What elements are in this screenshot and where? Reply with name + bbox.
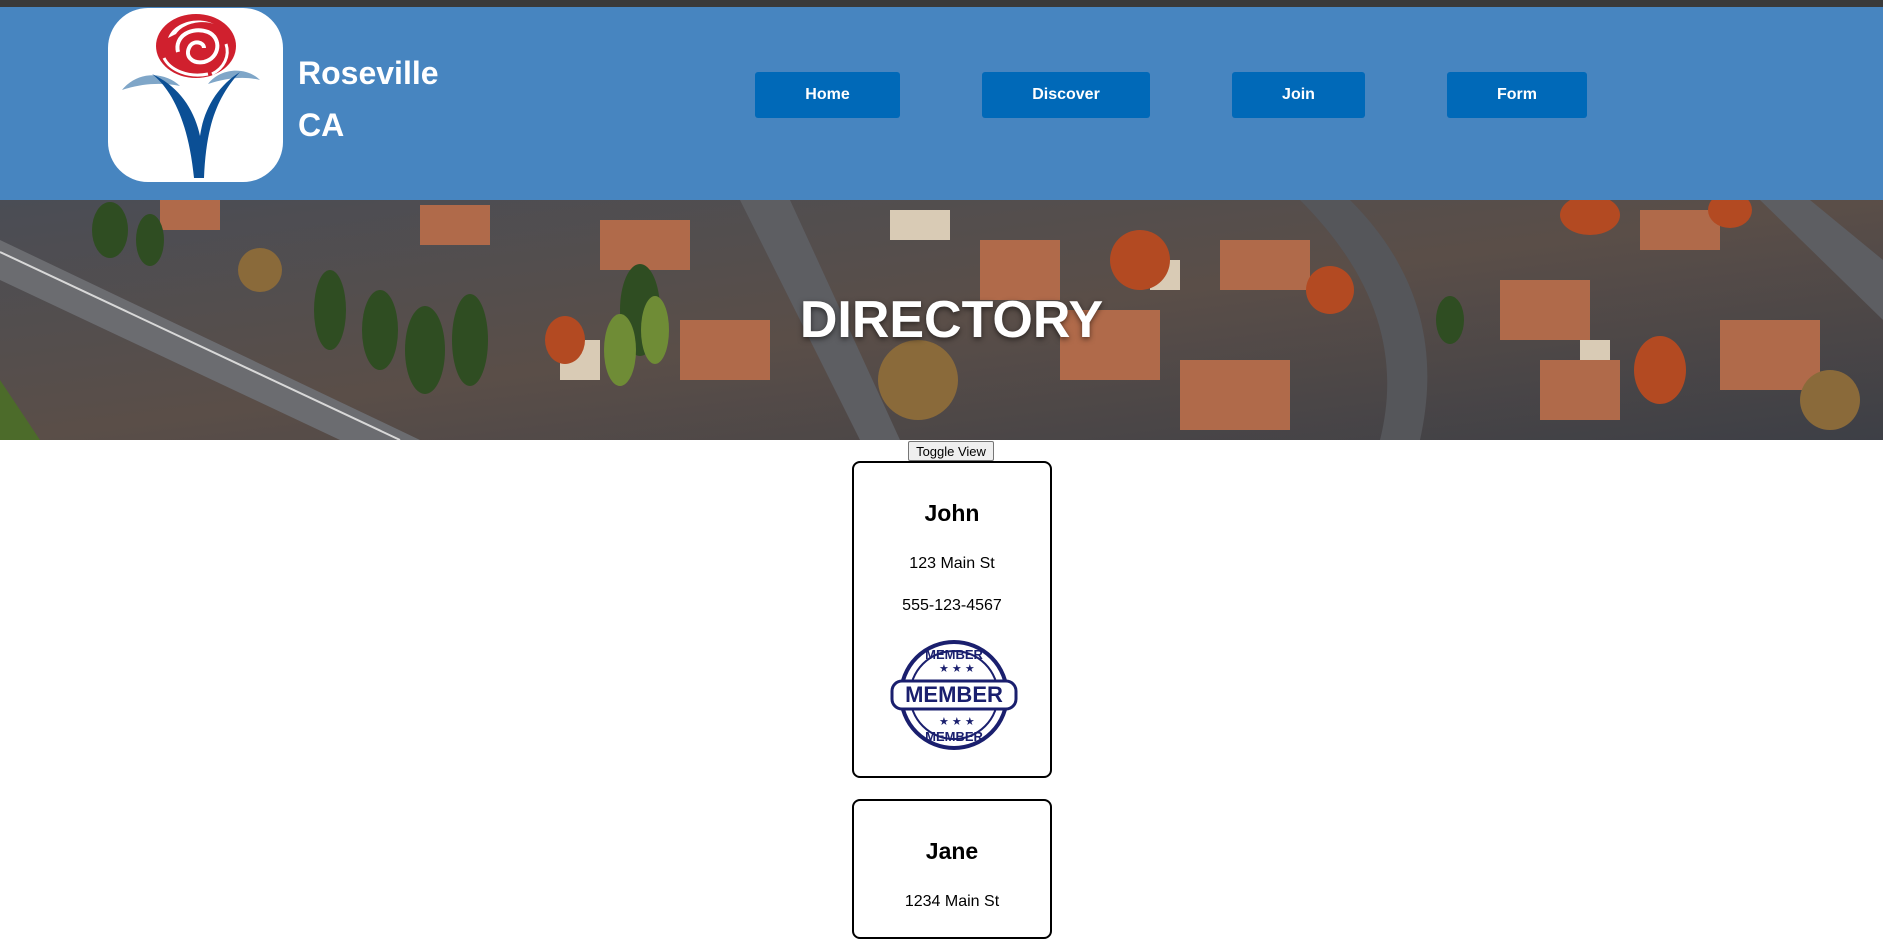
svg-text:★ ★ ★: ★ ★ ★ [939,663,975,675]
card-name: John [924,500,980,526]
member-stamp-icon: MEMBER ★ ★ ★ MEMBER ★ ★ ★ MEMBER [890,640,1018,750]
card-address: 123 Main St [909,555,995,572]
nav-home-button[interactable]: Home [755,72,900,118]
svg-text:★ ★ ★: ★ ★ ★ [939,716,975,728]
site-name: Roseville CA [298,47,439,151]
site-name-line2: CA [298,107,345,143]
card-address: 1234 Main St [904,893,1000,910]
nav-form-button[interactable]: Form [1447,72,1587,118]
rose-logo-icon [122,14,260,178]
svg-text:MEMBER: MEMBER [905,682,1003,707]
directory-card: John 123 Main St 555-123-4567 MEMBER ★ ★… [852,461,1052,778]
svg-text:MEMBER: MEMBER [925,729,983,744]
nav-discover-button[interactable]: Discover [982,72,1150,118]
card-name: Jane [925,838,979,864]
card-phone: 555-123-4567 [902,597,1002,614]
site-logo[interactable] [108,8,283,182]
site-name-line1: Roseville [298,55,439,91]
hero-title: DIRECTORY [799,291,1104,349]
hero-banner: DIRECTORY [0,200,1883,440]
directory-card: Jane 1234 Main St [852,799,1052,939]
window-top-strip [0,0,1883,7]
toggle-view-button[interactable]: Toggle View [908,441,994,461]
svg-text:MEMBER: MEMBER [925,647,983,662]
site-header: Roseville CA Home Discover Join Form [0,7,1883,200]
nav-join-button[interactable]: Join [1232,72,1365,118]
